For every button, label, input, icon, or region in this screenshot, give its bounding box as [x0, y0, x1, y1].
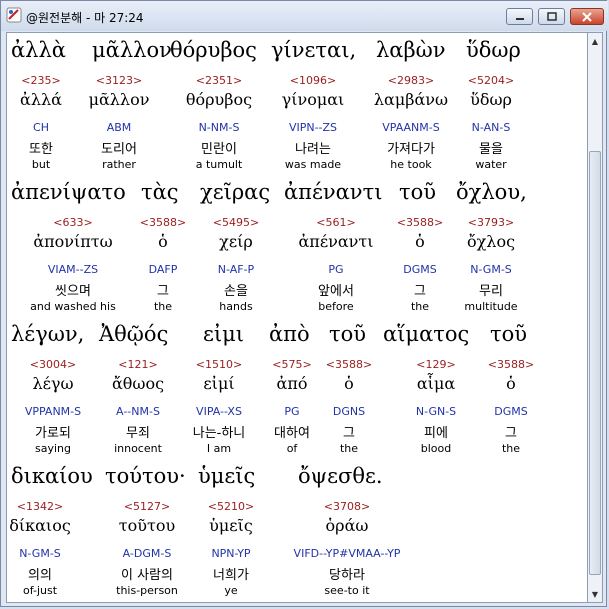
lemma: γίνομαι: [281, 90, 345, 109]
korean-gloss: 손을: [224, 284, 248, 299]
greek-word[interactable]: τὰς: [141, 180, 179, 204]
korean-gloss: 무리: [479, 284, 503, 299]
app-icon: [6, 7, 22, 23]
lemma: δίκαιος: [9, 516, 71, 535]
strongs-number: <5204>: [467, 74, 515, 87]
parsing-code: VIPN--ZS: [288, 121, 338, 134]
greek-word[interactable]: χεῖρας: [200, 180, 270, 204]
lemma: ὁράω: [325, 516, 369, 535]
scroll-down-arrow-icon[interactable]: ▼: [588, 586, 602, 602]
english-gloss: ye: [224, 584, 238, 597]
korean-gloss: 물을: [479, 142, 503, 157]
english-gloss: multitude: [464, 300, 518, 313]
verse-line: λέγων, <3004> λέγω VPPANM-S 가로되 saying Ἀθῷός <1…: [7, 322, 587, 462]
greek-word[interactable]: εἰμι: [203, 322, 244, 346]
greek-word[interactable]: ἀπὸ: [269, 322, 310, 346]
korean-gloss: 도리어: [101, 142, 137, 157]
minimize-button[interactable]: [506, 8, 533, 25]
parsing-code: VIFD--YP#VMAA--YP: [293, 547, 401, 560]
parsing-code: N-GM-S: [19, 547, 61, 560]
title-bar[interactable]: @원전분해 - 마 27:24: [1, 1, 608, 31]
scroll-up-arrow-icon[interactable]: ▲: [588, 33, 602, 49]
parsing-code: NPN-YP: [211, 547, 251, 560]
parsing-code: N-GM-S: [470, 263, 512, 276]
english-gloss: water: [475, 158, 507, 171]
greek-word[interactable]: τούτου·: [105, 464, 186, 488]
lemma: ὑμεῖς: [209, 516, 253, 535]
english-gloss: was made: [284, 158, 342, 171]
greek-word[interactable]: λαβὼν: [376, 38, 446, 62]
english-gloss: of-just: [22, 584, 58, 597]
app-window: @원전분해 - 마 27:24 ἀλλὰ <235> ἀλλά CH 또한 but μᾶλλ…: [0, 0, 608, 607]
lemma: χείρ: [219, 232, 253, 251]
verse-line: δικαίου <1342> δίκαιος N-GM-S 의의 of-just τούτο…: [7, 464, 587, 602]
minimize-icon: [515, 17, 524, 20]
lemma: ὕδωρ: [470, 90, 512, 109]
greek-word[interactable]: Ἀθῷός: [99, 322, 168, 346]
greek-word[interactable]: ὑμεῖς: [198, 464, 255, 488]
korean-gloss: 너희가: [213, 568, 249, 583]
greek-word[interactable]: τοῦ: [399, 180, 436, 204]
greek-word[interactable]: μᾶλλον: [92, 38, 172, 62]
english-gloss: see-to it: [324, 584, 370, 597]
strongs-number: <3588>: [487, 358, 535, 371]
parsing-code: N-AF-P: [217, 263, 255, 276]
verse-line: ἀπενίψατο <633> ἀπονίπτω VIAM--ZS 씻으며 and was…: [7, 180, 587, 320]
close-icon: [582, 11, 592, 22]
greek-word[interactable]: αἵματος: [383, 322, 469, 346]
korean-gloss: 당하라: [329, 568, 365, 583]
greek-word[interactable]: ἀλλὰ: [11, 38, 66, 62]
korean-gloss: 나려는: [295, 142, 331, 157]
lemma: ὁ: [506, 374, 516, 393]
korean-gloss: 의의: [28, 568, 52, 583]
lemma: ὄχλος: [466, 232, 516, 251]
greek-word[interactable]: γίνεται,: [271, 38, 356, 62]
korean-gloss: 그: [505, 426, 517, 441]
greek-word[interactable]: ὄχλου,: [456, 180, 527, 204]
vertical-scrollbar[interactable]: ▲ ▼: [588, 32, 603, 603]
greek-word[interactable]: θόρυβος: [170, 38, 257, 62]
strongs-number: <1342>: [16, 500, 64, 513]
english-gloss: rather: [102, 158, 136, 171]
maximize-icon: [546, 12, 557, 21]
greek-word[interactable]: τοῦ: [329, 322, 366, 346]
greek-word[interactable]: δικαίου: [11, 464, 93, 488]
strongs-number: <5495>: [212, 216, 260, 229]
strongs-number: <5210>: [207, 500, 255, 513]
strongs-number: <3708>: [323, 500, 371, 513]
strongs-number: <3123>: [95, 74, 143, 87]
analysis-pane[interactable]: ἀλλὰ <235> ἀλλά CH 또한 but μᾶλλον <3123> μᾶλλον AB…: [6, 32, 588, 603]
parsing-code: DGMS: [494, 405, 528, 418]
strongs-number: <1096>: [289, 74, 337, 87]
strongs-number: <3793>: [467, 216, 515, 229]
greek-word[interactable]: ἀπενίψατο: [11, 180, 126, 204]
parsing-code: ABM: [106, 121, 132, 134]
window-title: @원전분해 - 마 27:24: [26, 11, 144, 25]
greek-word[interactable]: ἀπέναντι: [284, 180, 382, 204]
maximize-button[interactable]: [538, 8, 565, 25]
verse-line: ἀλλὰ <235> ἀλλά CH 또한 but μᾶλλον <3123> μᾶλλον AB…: [7, 38, 587, 178]
parsing-code: N-AN-S: [471, 121, 511, 134]
greek-word[interactable]: τοῦ: [490, 322, 527, 346]
english-gloss: the: [501, 442, 521, 455]
english-gloss: hands: [219, 300, 253, 313]
greek-word[interactable]: ὄψεσθε.: [298, 464, 383, 488]
scrollbar-thumb[interactable]: [589, 151, 601, 575]
greek-word[interactable]: λέγων,: [11, 322, 84, 346]
lemma: μᾶλλον: [88, 90, 150, 109]
close-button[interactable]: [570, 8, 604, 25]
greek-word[interactable]: ὕδωρ: [466, 38, 521, 62]
